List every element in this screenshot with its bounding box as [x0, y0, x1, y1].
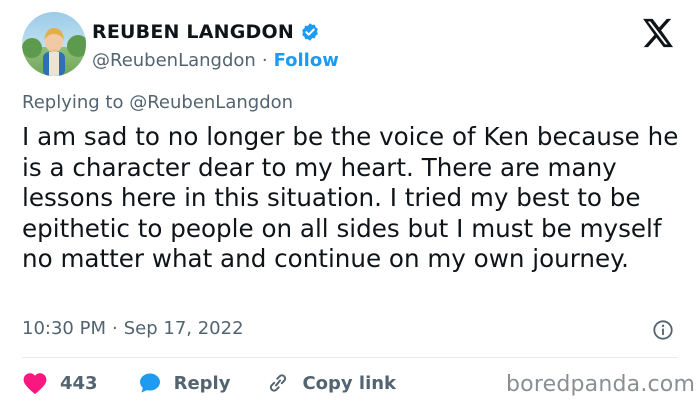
author-handle[interactable]: @ReubenLangdon	[92, 50, 256, 71]
reply-button[interactable]: Reply	[138, 371, 231, 395]
reply-context: Replying to @ReubenLangdon	[22, 92, 293, 113]
heart-icon	[22, 371, 48, 395]
reply-label: Reply	[173, 372, 231, 394]
speech-bubble-icon	[138, 371, 162, 395]
author-handle-row: @ReubenLangdon · Follow	[92, 47, 339, 73]
link-icon	[266, 371, 290, 395]
author-display-name[interactable]: REUBEN LANGDON	[92, 21, 294, 43]
watermark: boredpanda.com	[506, 372, 696, 397]
x-logo-icon[interactable]	[640, 16, 674, 50]
author-name-row: REUBEN LANGDON	[92, 18, 320, 46]
follow-button[interactable]: Follow	[274, 50, 339, 71]
verified-badge-icon	[300, 22, 320, 42]
tweet-date: Sep 17, 2022	[123, 318, 244, 339]
info-icon[interactable]	[652, 319, 674, 341]
tweet-card: REUBEN LANGDON @ReubenLangdon · Follow R…	[0, 0, 700, 410]
copy-link-label: Copy link	[302, 372, 397, 394]
avatar-illustration	[22, 28, 86, 76]
tweet-time: 10:30 PM	[22, 318, 106, 339]
copy-link-button[interactable]: Copy link	[266, 371, 396, 395]
tweet-text: I am sad to no longer be the voice of Ke…	[22, 122, 679, 273]
handle-separator: ·	[261, 49, 268, 71]
like-count: 443	[60, 372, 98, 394]
timestamp-separator: ·	[111, 318, 118, 339]
tweet-timestamp[interactable]: 10:30 PM · Sep 17, 2022	[22, 318, 244, 339]
reply-context-mention[interactable]: @ReubenLangdon	[129, 92, 293, 113]
action-bar: 443 Reply Copy link	[22, 368, 396, 398]
divider	[22, 357, 678, 358]
avatar[interactable]	[22, 12, 86, 76]
like-button[interactable]: 443	[22, 371, 98, 395]
reply-context-prefix: Replying to	[22, 92, 124, 113]
